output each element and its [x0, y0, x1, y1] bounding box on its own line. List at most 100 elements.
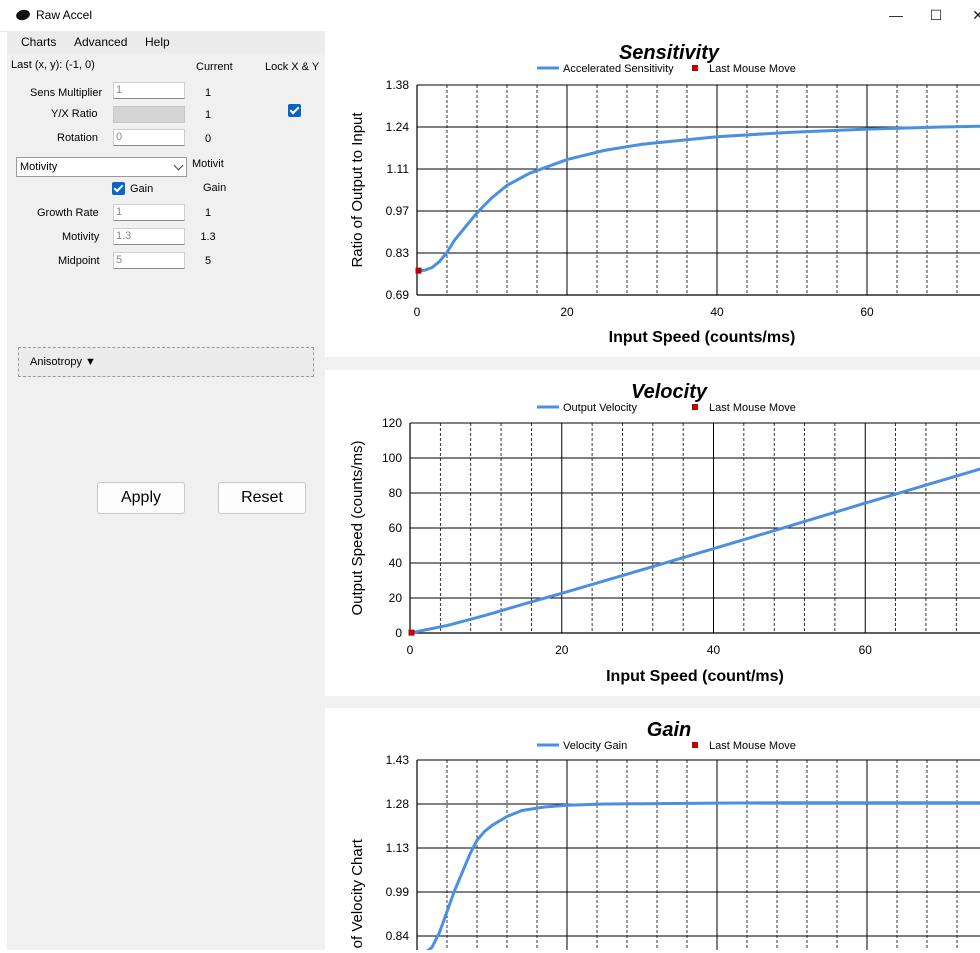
- rotation-current: 0: [204, 133, 212, 145]
- sens-multiplier-label: Sens Multiplier: [30, 87, 103, 99]
- legend-last-move-swatch: [692, 742, 698, 748]
- gain-chart-panel: Gain Velocity Gain Last Mouse Move 1.43 1.28…: [325, 708, 980, 953]
- growth-rate-current: 1: [204, 207, 212, 219]
- apply-button[interactable]: Apply: [97, 482, 185, 514]
- menu-advanced[interactable]: Advanced: [74, 35, 127, 49]
- x-tick-label: 40: [707, 643, 721, 657]
- menu-charts[interactable]: Charts: [21, 35, 56, 49]
- series-line: [420, 801, 980, 953]
- sens-multiplier-input[interactable]: 1: [113, 82, 185, 99]
- legend-series-label: Output Velocity: [563, 402, 637, 414]
- anisotropy-toggle[interactable]: Anisotropy ▼: [18, 347, 314, 377]
- window-titlebar: Raw Accel — ☐ ✕: [0, 0, 980, 32]
- mode-current: Motivit: [192, 158, 224, 170]
- lock-xy-checkbox[interactable]: [288, 104, 301, 117]
- midpoint-current: 5: [204, 255, 212, 267]
- close-button[interactable]: ✕: [958, 4, 980, 26]
- settings-panel: Charts Advanced Help Last (x, y): (-1, 0…: [7, 31, 325, 950]
- y-tick-label: 80: [389, 486, 403, 500]
- menu-bar: Charts Advanced Help: [7, 31, 325, 53]
- chart-legend: Velocity Gain Last Mouse Move: [537, 740, 796, 752]
- y-tick-label: 100: [382, 451, 402, 465]
- y-tick-label: 120: [382, 416, 402, 430]
- sensitivity-chart-panel: Sensitivity Accelerated Sensitivity Last M…: [325, 31, 980, 357]
- y-tick-label: 20: [389, 591, 403, 605]
- y-axis-label: Slope of Velocity Chart: [349, 838, 366, 950]
- legend-last-move-swatch: [692, 404, 698, 410]
- y-tick-label: 1.13: [386, 841, 410, 855]
- chart-title: Velocity: [631, 381, 708, 403]
- gain-current: Gain: [203, 182, 227, 194]
- series-line: [416, 124, 980, 273]
- gain-label: Gain: [130, 183, 154, 195]
- midpoint-label: Midpoint: [58, 255, 100, 267]
- yx-ratio-input[interactable]: [113, 106, 185, 123]
- x-axis-label: Input Speed (count/ms): [606, 668, 784, 685]
- sensitivity-chart: SensitivityAccelerated Sensitivity Last M…: [349, 42, 980, 346]
- y-tick-label: 0.83: [386, 246, 410, 260]
- y-tick-label: 0.84: [386, 929, 410, 943]
- sens-multiplier-current: 1: [204, 87, 212, 99]
- charts-area: Sensitivity Accelerated Sensitivity Last M…: [325, 31, 980, 953]
- rotation-label: Rotation: [57, 132, 98, 144]
- lock-xy-label: Lock X & Y: [265, 61, 320, 73]
- y-tick-label: 1.43: [386, 753, 410, 767]
- reset-button[interactable]: Reset: [218, 482, 306, 514]
- y-axis-label: Ratio of Output to Input: [349, 112, 366, 268]
- gain-chart: Gain Velocity Gain Last Mouse Move 1.43 1.28…: [349, 719, 980, 953]
- y-axis-label: Output Speed (counts/ms): [349, 440, 366, 615]
- chevron-down-icon: [173, 160, 184, 171]
- midpoint-input[interactable]: 5: [113, 252, 185, 269]
- last-mouse-move-point: [415, 267, 422, 274]
- legend-last-move-label: Last Mouse Move: [709, 402, 796, 414]
- minimize-button[interactable]: —: [876, 4, 916, 26]
- y-tick-label: 0.69: [386, 288, 410, 302]
- x-tick-label: 0: [414, 305, 421, 319]
- legend-series-label: Velocity Gain: [563, 740, 627, 752]
- yx-ratio-label: Y/X Ratio: [51, 108, 98, 120]
- acceleration-mode-select[interactable]: Motivity: [16, 157, 187, 177]
- menu-help[interactable]: Help: [145, 35, 170, 49]
- raw-accel-app-icon: [14, 8, 32, 22]
- velocity-chart-panel: Velocity Output Velocity Last Mouse Move 12…: [325, 370, 980, 696]
- velocity-chart: VelocityOutput Velocity Last Mouse Move 12…: [349, 381, 980, 685]
- growth-rate-input[interactable]: 1: [113, 204, 185, 221]
- x-tick-label: 20: [560, 305, 574, 319]
- x-tick-label: 0: [407, 643, 414, 657]
- y-tick-label: 0: [395, 626, 402, 640]
- x-tick-label: 60: [860, 305, 874, 319]
- legend-series-label: Accelerated Sensitivity: [563, 63, 674, 75]
- maximize-button[interactable]: ☐: [916, 4, 956, 26]
- chart-grid: [409, 422, 980, 634]
- legend-last-move-label: Last Mouse Move: [709, 740, 796, 752]
- y-tick-label: 0.97: [386, 204, 410, 218]
- anisotropy-label: Anisotropy ▼: [30, 356, 96, 368]
- chart-title: Sensitivity: [619, 42, 720, 64]
- y-tick-label: 0.99: [386, 885, 410, 899]
- chart-grid: [416, 759, 980, 953]
- motivity-label: Motivity: [62, 231, 100, 243]
- motivity-input[interactable]: 1.3: [113, 228, 185, 245]
- current-header: Current: [196, 61, 233, 73]
- y-tick-label: 40: [389, 556, 403, 570]
- x-tick-label: 20: [555, 643, 569, 657]
- legend-last-move-label: Last Mouse Move: [709, 63, 796, 75]
- legend-last-move-swatch: [692, 65, 698, 71]
- acceleration-mode-value: Motivity: [20, 161, 58, 173]
- y-tick-label: 1.24: [386, 120, 410, 134]
- x-tick-label: 60: [859, 643, 873, 657]
- last-mouse-move-point: [408, 629, 415, 636]
- x-tick-label: 40: [710, 305, 724, 319]
- last-xy-label: Last (x, y): (-1, 0): [11, 59, 95, 71]
- rotation-input[interactable]: 0: [113, 129, 185, 146]
- growth-rate-label: Growth Rate: [37, 207, 99, 219]
- y-tick-label: 1.28: [386, 797, 410, 811]
- gain-checkbox[interactable]: [112, 182, 125, 195]
- yx-ratio-current: 1: [204, 109, 212, 121]
- series-line: [409, 467, 980, 635]
- y-tick-label: 1.38: [386, 78, 410, 92]
- chart-title: Gain: [647, 719, 691, 741]
- motivity-current: 1.3: [200, 231, 216, 243]
- y-tick-label: 60: [389, 521, 403, 535]
- x-axis-label: Input Speed (counts/ms): [609, 329, 796, 346]
